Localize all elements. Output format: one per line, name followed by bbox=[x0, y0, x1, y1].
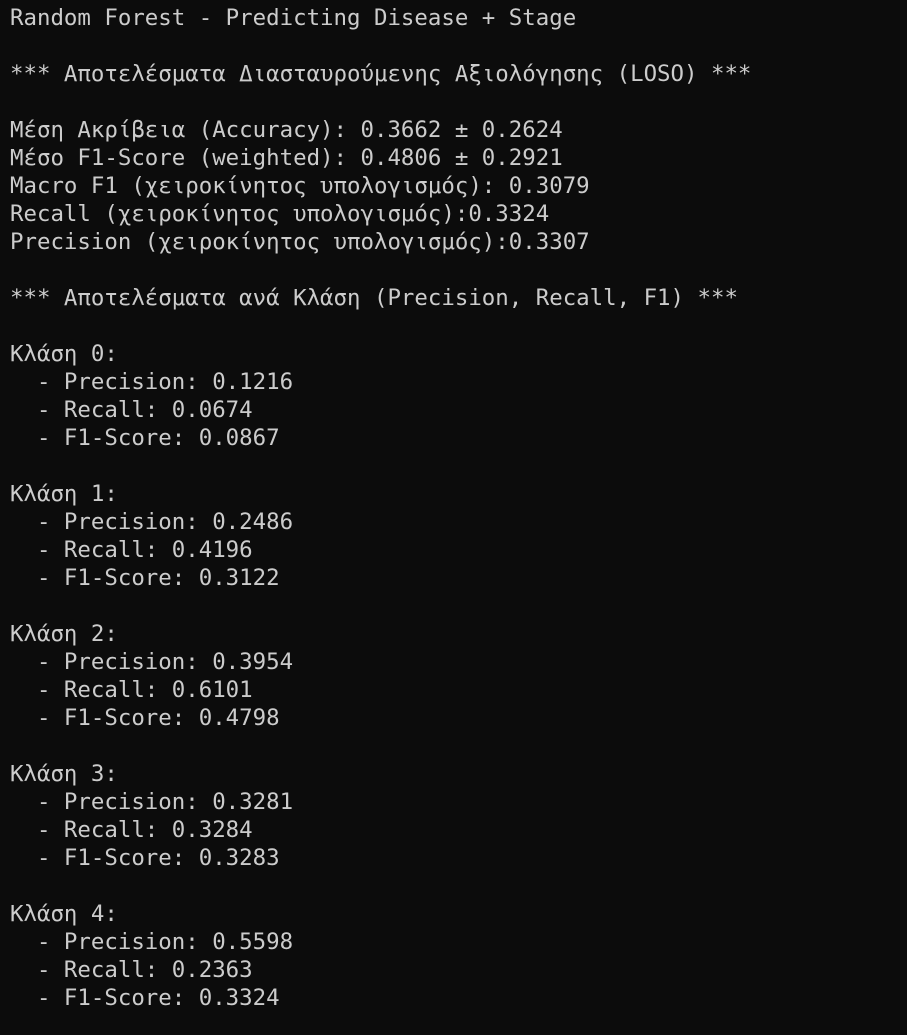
class-precision: - Precision: 0.3281 bbox=[10, 789, 294, 815]
precision-line: Precision (χειροκίνητος υπολογισμός):0.3… bbox=[10, 229, 590, 255]
class-recall: - Recall: 0.6101 bbox=[10, 677, 253, 703]
class-f1: - F1-Score: 0.0867 bbox=[10, 425, 280, 451]
class-label: Κλάση 0: bbox=[10, 341, 118, 367]
class-recall: - Recall: 0.3284 bbox=[10, 817, 253, 843]
mean-accuracy-line: Μέση Ακρίβεια (Accuracy): 0.3662 ± 0.262… bbox=[10, 117, 563, 143]
output-title: Random Forest - Predicting Disease + Sta… bbox=[10, 5, 577, 31]
class-precision: - Precision: 0.3954 bbox=[10, 649, 294, 675]
class-label: Κλάση 2: bbox=[10, 621, 118, 647]
per-class-header: *** Αποτελέσματα ανά Κλάση (Precision, R… bbox=[10, 285, 738, 311]
class-f1: - F1-Score: 0.4798 bbox=[10, 705, 280, 731]
class-label: Κλάση 3: bbox=[10, 761, 118, 787]
class-recall: - Recall: 0.4196 bbox=[10, 537, 253, 563]
terminal-output[interactable]: Random Forest - Predicting Disease + Sta… bbox=[0, 0, 907, 1035]
mean-f1-weighted-line: Μέσο F1-Score (weighted): 0.4806 ± 0.292… bbox=[10, 145, 563, 171]
class-f1: - F1-Score: 0.3122 bbox=[10, 565, 280, 591]
class-precision: - Precision: 0.1216 bbox=[10, 369, 294, 395]
class-recall: - Recall: 0.0674 bbox=[10, 397, 253, 423]
recall-line: Recall (χειροκίνητος υπολογισμός):0.3324 bbox=[10, 201, 550, 227]
class-precision: - Precision: 0.5598 bbox=[10, 929, 294, 955]
class-label: Κλάση 1: bbox=[10, 481, 118, 507]
class-recall: - Recall: 0.2363 bbox=[10, 957, 253, 983]
class-f1: - F1-Score: 0.3324 bbox=[10, 985, 280, 1011]
class-label: Κλάση 4: bbox=[10, 901, 118, 927]
cv-results-header: *** Αποτελέσματα Διασταυρούμενης Αξιολόγ… bbox=[10, 61, 752, 87]
macro-f1-line: Macro F1 (χειροκίνητος υπολογισμός): 0.3… bbox=[10, 173, 590, 199]
class-precision: - Precision: 0.2486 bbox=[10, 509, 294, 535]
class-f1: - F1-Score: 0.3283 bbox=[10, 845, 280, 871]
